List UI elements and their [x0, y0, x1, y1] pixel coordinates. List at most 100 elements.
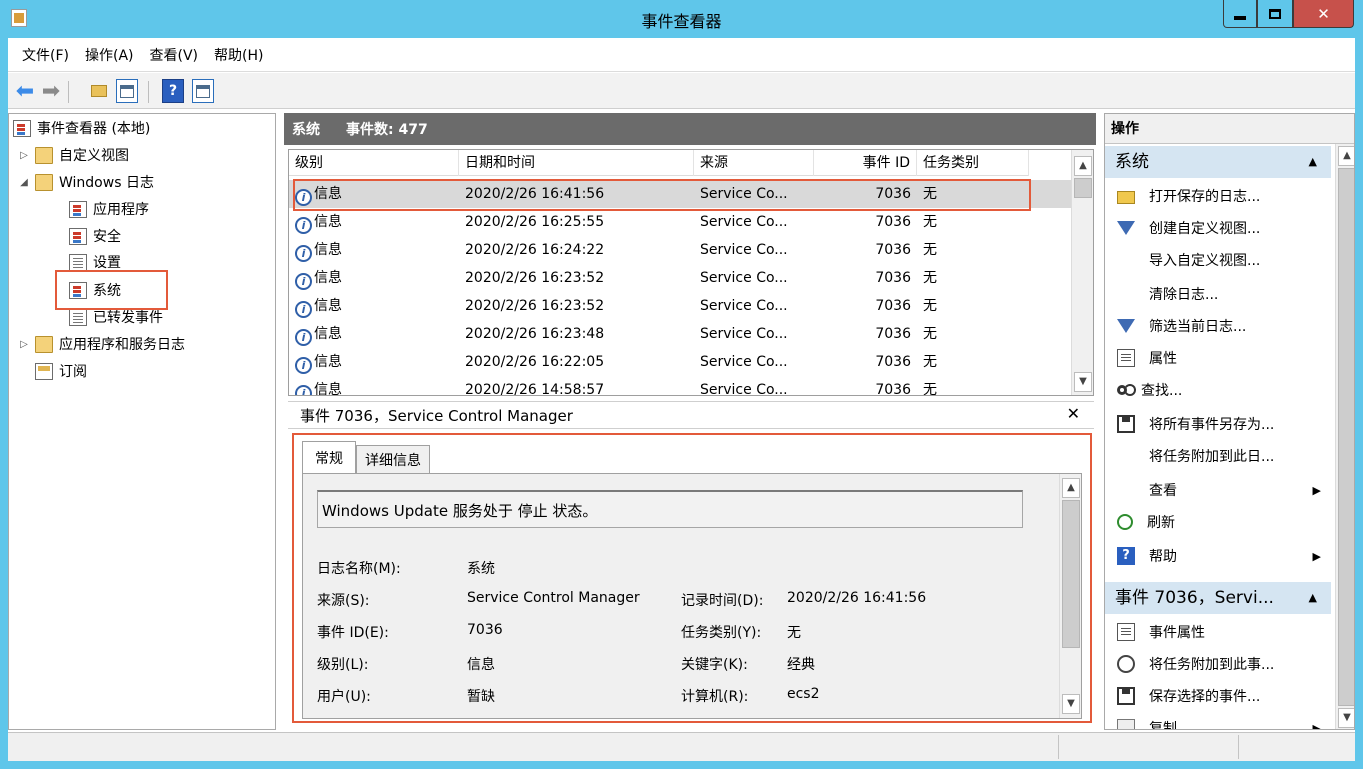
cell-level: 信息 — [314, 354, 342, 370]
forward-button[interactable]: ➡ — [40, 79, 62, 104]
submenu-arrow-icon: ▶ — [1312, 721, 1321, 730]
tree-item-app-service-logs[interactable]: ▷ 应用程序和服务日志 — [17, 332, 185, 356]
column-source[interactable]: 来源 — [694, 150, 814, 176]
save-icon — [1117, 687, 1135, 705]
actions-scrollbar[interactable]: ▲ ▼ — [1335, 144, 1354, 729]
window-title: 事件查看器 — [641, 12, 722, 31]
show-action-pane-button[interactable] — [192, 79, 214, 103]
action-create-custom-view[interactable]: 创建自定义视图... — [1105, 212, 1331, 244]
cell-task: 无 — [923, 214, 937, 230]
column-task-category[interactable]: 任务类别 — [917, 150, 1029, 176]
column-datetime[interactable]: 日期和时间 — [459, 150, 694, 176]
expand-icon[interactable]: ▷ — [17, 339, 31, 350]
log-name-value: 系统 — [467, 561, 495, 577]
action-attach-task-to-log[interactable]: 将任务附加到此日... — [1105, 440, 1331, 472]
action-properties[interactable]: 属性 — [1105, 342, 1331, 374]
task-category-label: 任务类别(Y): — [681, 625, 762, 641]
cell-source: Service Co... — [700, 298, 788, 314]
table-row[interactable]: i 信息 2020/2/26 14:58:57 Service Co... 703… — [289, 376, 1071, 395]
action-view[interactable]: 查看 ▶ — [1105, 474, 1331, 506]
subscription-icon — [35, 362, 53, 380]
help-button[interactable]: ? — [162, 79, 184, 103]
status-divider — [1238, 735, 1239, 759]
event-description[interactable]: Windows Update 服务处于 停止 状态。 — [317, 490, 1023, 528]
table-row[interactable]: i 信息 2020/2/26 16:23:52 Service Co... 703… — [289, 292, 1071, 320]
collapse-icon[interactable]: ▲ — [1309, 146, 1317, 178]
action-clear-log[interactable]: 清除日志... — [1105, 278, 1331, 310]
filter-icon — [1117, 221, 1135, 235]
event-list-scrollbar[interactable]: ▲ ▼ — [1071, 150, 1093, 395]
scroll-thumb[interactable] — [1062, 500, 1080, 648]
close-icon[interactable]: ✕ — [1067, 404, 1080, 423]
scroll-down-icon[interactable]: ▼ — [1074, 372, 1092, 392]
collapse-icon[interactable]: ▲ — [1309, 582, 1317, 614]
close-icon: ✕ — [1317, 4, 1330, 23]
actions-section-system[interactable]: 系统 ▲ — [1105, 146, 1331, 178]
action-help[interactable]: ? 帮助 ▶ — [1105, 540, 1331, 572]
submenu-arrow-icon: ▶ — [1312, 483, 1321, 497]
menu-help[interactable]: 帮助(H) — [206, 45, 271, 65]
close-window-button[interactable]: ✕ — [1293, 0, 1354, 28]
table-row[interactable]: i 信息 2020/2/26 16:23:48 Service Co... 703… — [289, 320, 1071, 348]
scroll-down-icon[interactable]: ▼ — [1338, 708, 1354, 728]
scroll-thumb[interactable] — [1074, 178, 1092, 198]
back-button[interactable]: ⬅ — [14, 79, 36, 104]
tab-details[interactable]: 详细信息 — [356, 445, 430, 475]
scroll-down-icon[interactable]: ▼ — [1062, 694, 1080, 714]
table-row[interactable]: i 信息 2020/2/26 16:25:55 Service Co... 703… — [289, 208, 1071, 236]
tree-item-application[interactable]: 应用程序 — [69, 197, 149, 221]
scroll-up-icon[interactable]: ▲ — [1338, 146, 1354, 166]
scroll-thumb[interactable] — [1338, 168, 1354, 706]
minimize-button[interactable] — [1223, 0, 1257, 28]
tree-item-custom-views[interactable]: ▷ 自定义视图 — [17, 143, 129, 167]
action-import-custom-view[interactable]: 导入自定义视图... — [1105, 244, 1331, 276]
action-label: 刷新 — [1147, 515, 1175, 531]
tab-general[interactable]: 常规 — [302, 441, 356, 475]
menu-action[interactable]: 操作(A) — [77, 45, 142, 65]
cell-source: Service Co... — [700, 214, 788, 230]
action-filter-current-log[interactable]: 筛选当前日志... — [1105, 310, 1331, 342]
toolbar: ⬅ ➡ ? — [8, 73, 1355, 109]
log-icon — [69, 308, 87, 326]
table-row[interactable]: i 信息 2020/2/26 16:24:22 Service Co... 703… — [289, 236, 1071, 264]
keywords-label: 关键字(K): — [681, 657, 748, 673]
action-find[interactable]: 查找... — [1105, 374, 1331, 406]
show-console-tree-button[interactable] — [116, 79, 138, 103]
tree-item-subscriptions[interactable]: 订阅 — [35, 359, 87, 383]
scroll-up-icon[interactable]: ▲ — [1074, 156, 1092, 176]
folder-open-icon — [1117, 191, 1135, 204]
title-bar[interactable]: 事件查看器 ✕ — [0, 0, 1363, 38]
expand-icon[interactable]: ▷ — [17, 150, 31, 161]
scroll-up-icon[interactable]: ▲ — [1062, 478, 1080, 498]
log-name-label: 日志名称(M): — [317, 561, 401, 577]
action-open-saved-log[interactable]: 打开保存的日志... — [1105, 180, 1331, 212]
detail-scrollbar[interactable]: ▲ ▼ — [1059, 474, 1081, 718]
tree-label: 自定义视图 — [59, 148, 129, 164]
tree-label: Windows 日志 — [59, 175, 154, 191]
column-event-id[interactable]: 事件 ID — [814, 150, 917, 176]
tree-label: 已转发事件 — [93, 310, 163, 326]
menu-file[interactable]: 文件(F) — [14, 45, 77, 65]
tree-label: 设置 — [93, 255, 121, 271]
action-event-properties[interactable]: 事件属性 — [1105, 616, 1331, 648]
collapse-icon[interactable]: ◢ — [17, 177, 31, 188]
action-copy[interactable]: 复制 ▶ — [1105, 712, 1331, 730]
action-save-selected-events[interactable]: 保存选择的事件... — [1105, 680, 1331, 712]
maximize-button[interactable] — [1257, 0, 1293, 28]
cell-event-id: 7036 — [875, 326, 911, 342]
tree-item-root[interactable]: 事件查看器 (本地) — [13, 116, 150, 140]
action-refresh[interactable]: 刷新 — [1105, 506, 1331, 538]
table-row[interactable]: i 信息 2020/2/26 16:23:52 Service Co... 703… — [289, 264, 1071, 292]
tree-item-windows-logs[interactable]: ◢ Windows 日志 — [17, 170, 154, 194]
menu-view[interactable]: 查看(V) — [142, 45, 207, 65]
column-level[interactable]: 级别 — [289, 150, 459, 176]
cell-datetime: 2020/2/26 16:24:22 — [465, 242, 605, 258]
tree-item-security[interactable]: 安全 — [69, 224, 121, 248]
up-folder-button[interactable] — [88, 79, 110, 103]
actions-section-event[interactable]: 事件 7036，Servi... ▲ — [1105, 582, 1331, 614]
client-area: 文件(F) 操作(A) 查看(V) 帮助(H) ⬅ ➡ ? 事件查看器 (本地)… — [8, 38, 1355, 761]
action-save-all-events[interactable]: 将所有事件另存为... — [1105, 408, 1331, 440]
action-attach-task-to-event[interactable]: 将任务附加到此事... — [1105, 648, 1331, 680]
table-row[interactable]: i 信息 2020/2/26 16:22:05 Service Co... 703… — [289, 348, 1071, 376]
info-icon: i — [295, 329, 312, 346]
